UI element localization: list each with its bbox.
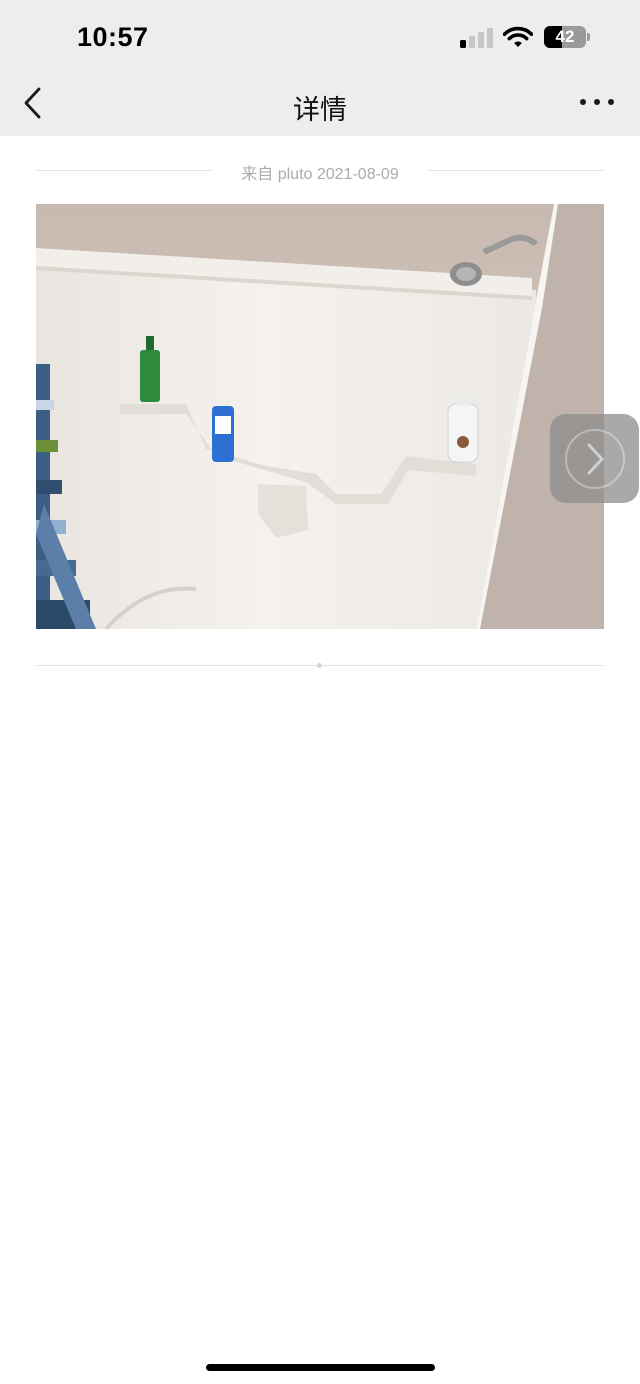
page-title: 详情	[293, 95, 347, 125]
divider-dot	[317, 663, 322, 668]
chevron-right-icon	[587, 443, 604, 475]
top-bar: 10:57 42 详情	[0, 0, 640, 136]
battery-icon: 42	[544, 26, 586, 48]
battery-level: 42	[555, 27, 575, 46]
battery-tip	[587, 33, 590, 41]
cellular-signal-icon	[460, 28, 494, 48]
more-dots-icon[interactable]	[580, 94, 614, 110]
shower-photo-illustration	[36, 204, 604, 629]
home-indicator[interactable]	[206, 1364, 435, 1371]
post-source-date: 来自 pluto 2021-08-09	[241, 166, 399, 183]
next-image-button[interactable]	[550, 414, 639, 503]
wifi-icon	[503, 26, 533, 47]
status-time: 10:57	[77, 22, 149, 52]
post-meta: 来自 pluto 2021-08-09	[36, 158, 604, 183]
meta-divider-right	[428, 170, 604, 171]
post-photo[interactable]	[36, 204, 604, 629]
